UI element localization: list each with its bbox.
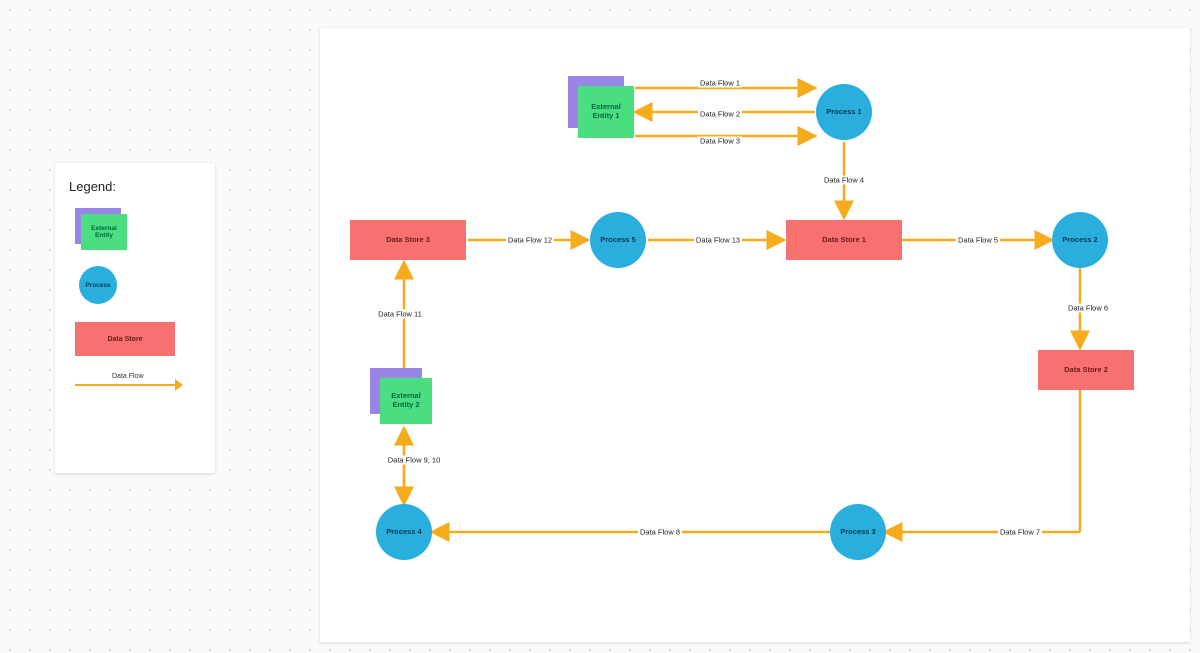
flow-label-7: Data Flow 7 <box>998 528 1042 537</box>
node-label-process-4: Process 4 <box>386 528 421 537</box>
flow-label-6: Data Flow 6 <box>1066 304 1110 313</box>
flow-label-5: Data Flow 5 <box>956 236 1000 245</box>
diagram-canvas[interactable]: ExternalEntity 1 Process 1 Data Store 3 … <box>320 28 1190 642</box>
node-label-external-entity-2: ExternalEntity 2 <box>391 392 421 409</box>
legend-title: Legend: <box>69 179 201 194</box>
flow-label-12: Data Flow 12 <box>506 236 554 245</box>
flow-label-1: Data Flow 1 <box>698 79 742 88</box>
flow-label-3: Data Flow 3 <box>698 137 742 146</box>
flow-label-13: Data Flow 13 <box>694 236 742 245</box>
node-process-3[interactable]: Process 3 <box>830 504 886 560</box>
legend-panel: Legend: ExternalEntity Process Data Stor… <box>55 163 215 473</box>
node-label-process-2: Process 2 <box>1062 236 1097 245</box>
node-label-external-entity-1: ExternalEntity 1 <box>591 103 621 120</box>
node-data-store-1[interactable]: Data Store 1 <box>786 220 902 260</box>
legend-process-label: Process <box>85 282 110 289</box>
node-label-data-store-3: Data Store 3 <box>386 236 430 245</box>
legend-data-store-label: Data Store <box>107 336 142 343</box>
legend-external-entity-label: ExternalEntity <box>91 225 117 239</box>
node-label-process-1: Process 1 <box>826 108 861 117</box>
legend-process-icon: Process <box>79 266 117 304</box>
legend-data-flow-label: Data Flow <box>110 373 146 380</box>
node-process-2[interactable]: Process 2 <box>1052 212 1108 268</box>
flow-label-4: Data Flow 4 <box>822 176 866 185</box>
node-process-5[interactable]: Process 5 <box>590 212 646 268</box>
flow-label-8: Data Flow 8 <box>638 528 682 537</box>
legend-data-store-icon: Data Store <box>75 322 175 356</box>
node-process-4[interactable]: Process 4 <box>376 504 432 560</box>
node-label-data-store-2: Data Store 2 <box>1064 366 1108 375</box>
legend-data-flow-icon: Data Flow <box>75 376 201 396</box>
node-data-store-3[interactable]: Data Store 3 <box>350 220 466 260</box>
node-process-1[interactable]: Process 1 <box>816 84 872 140</box>
node-external-entity-2[interactable]: ExternalEntity 2 <box>370 368 436 426</box>
node-label-process-3: Process 3 <box>840 528 875 537</box>
flow-label-9-10: Data Flow 9, 10 <box>386 456 443 465</box>
flow-arrows-layer <box>320 28 1190 642</box>
node-label-data-store-1: Data Store 1 <box>822 236 866 245</box>
node-data-store-2[interactable]: Data Store 2 <box>1038 350 1134 390</box>
flow-label-11: Data Flow 11 <box>376 310 424 319</box>
legend-external-entity-icon: ExternalEntity <box>75 208 125 248</box>
node-label-process-5: Process 5 <box>600 236 635 245</box>
flow-label-2: Data Flow 2 <box>698 110 742 119</box>
node-external-entity-1[interactable]: ExternalEntity 1 <box>568 76 634 138</box>
